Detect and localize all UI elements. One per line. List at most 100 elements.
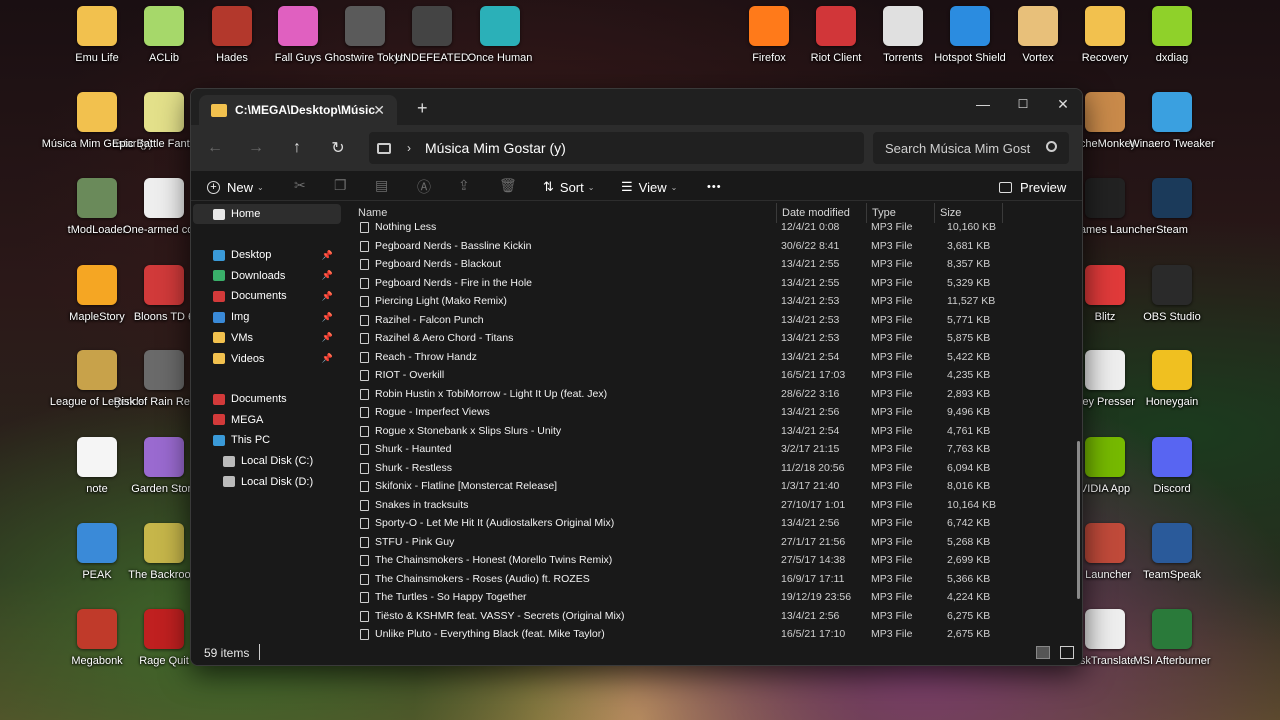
sort-button[interactable]: ⇅ Sort ⌄ xyxy=(543,176,594,198)
sidebar-item[interactable]: MEGA xyxy=(191,410,339,430)
forward-button[interactable]: → xyxy=(242,134,270,162)
details-view-icon[interactable] xyxy=(1036,646,1050,659)
file-row[interactable]: Robin Hustin x TobiMorrow - Light It Up … xyxy=(342,385,1082,404)
more-options-button[interactable]: ••• xyxy=(707,176,722,198)
file-row[interactable]: Tiësto & KSHMR feat. VASSY - Secrets (Or… xyxy=(342,607,1082,626)
desktop-icon[interactable]: Emu Life xyxy=(64,6,130,65)
search-box[interactable]: Search Música Mim Gost xyxy=(873,132,1069,164)
desktop-icon[interactable]: UNDEFEATED xyxy=(395,6,469,65)
desktop-icon[interactable]: Riot Client xyxy=(803,6,869,65)
desktop-icon[interactable]: TeamSpeak xyxy=(1139,523,1205,582)
paste-icon[interactable]: ▤ xyxy=(375,177,388,194)
desktop-icon[interactable]: MSI Afterburner xyxy=(1133,609,1211,668)
desktop-icon[interactable]: Rage Quit xyxy=(131,609,197,668)
file-row[interactable]: Snakes in tracksuits 27/10/17 1:01 MP3 Fil… xyxy=(342,496,1082,515)
tiles-view-icon[interactable] xyxy=(1060,646,1074,659)
maximize-button[interactable]: ☐ xyxy=(1003,89,1043,119)
file-row[interactable]: Pegboard Nerds - Blackout 13/4/21 2:55 MP3… xyxy=(342,255,1082,274)
sidebar-item-label: Img xyxy=(231,311,250,324)
file-row[interactable]: Rogue x Stonebank x Slips Slurs - Unity 1… xyxy=(342,422,1082,441)
desktop-icon[interactable]: Vortex xyxy=(1005,6,1071,65)
desktop-icon[interactable]: The Backroo... xyxy=(128,523,200,582)
file-row[interactable]: Pegboard Nerds - Fire in the Hole 13/4/21… xyxy=(342,274,1082,293)
chevron-right-icon[interactable]: › xyxy=(407,141,411,155)
desktop-icon[interactable]: ACLib xyxy=(131,6,197,65)
copy-icon[interactable]: ❐ xyxy=(334,177,347,194)
desktop-icon[interactable]: Ghostwire Tokyo xyxy=(324,6,406,65)
vertical-scrollbar[interactable] xyxy=(1077,441,1080,599)
desktop-icon[interactable]: Risk of Rain Returns xyxy=(114,350,214,409)
up-button[interactable]: ↑ xyxy=(283,134,311,162)
file-row[interactable]: Skifonix - Flatline [Monstercat Release]… xyxy=(342,477,1082,496)
desktop-icon[interactable]: OBS Studio xyxy=(1139,265,1205,324)
sidebar-item[interactable]: Downloads 📌 xyxy=(191,266,339,286)
sidebar-item[interactable]: Img 📌 xyxy=(191,307,339,327)
cut-icon[interactable]: ✂ xyxy=(294,177,306,194)
share-icon[interactable]: ⇪ xyxy=(458,177,470,194)
desktop-icon[interactable]: dxdiag xyxy=(1139,6,1205,65)
file-row[interactable]: Nothing Less 12/4/21 0:08 MP3 File 10,160 K… xyxy=(342,218,1082,237)
preview-button[interactable]: Preview xyxy=(999,176,1066,198)
file-row[interactable]: Sporty-O - Let Me Hit It (Audiostalkers … xyxy=(342,514,1082,533)
search-input[interactable]: Search Música Mim Gost xyxy=(885,141,1035,156)
file-name: The Chainsmokers - Honest (Morello Twins… xyxy=(375,554,613,566)
desktop-icon[interactable]: Once Human xyxy=(467,6,533,65)
sidebar-item[interactable]: Desktop 📌 xyxy=(191,245,339,265)
file-row[interactable]: Razihel - Falcon Punch 13/4/21 2:53 MP3 Fi… xyxy=(342,311,1082,330)
desktop-icon[interactable]: tModLoader xyxy=(64,178,130,237)
file-row[interactable]: Reach - Throw Handz 13/4/21 2:54 MP3 File 5… xyxy=(342,348,1082,367)
sidebar-item[interactable]: Local Disk (D:) xyxy=(191,472,339,492)
desktop-icon[interactable]: Recovery xyxy=(1072,6,1138,65)
sidebar-item[interactable]: This PC xyxy=(191,430,339,450)
file-row[interactable]: Shurk - Restless 11/2/18 20:56 MP3 File 6,0… xyxy=(342,459,1082,478)
sidebar-item-home[interactable]: Home xyxy=(193,204,341,224)
desktop-icon[interactable]: PEAK xyxy=(64,523,130,582)
file-row[interactable]: The Chainsmokers - Honest (Morello Twins… xyxy=(342,551,1082,570)
desktop-icon[interactable]: Firefox xyxy=(736,6,802,65)
desktop-icon[interactable]: Epic Battle Fantasy 5 xyxy=(112,92,216,151)
desktop-icon[interactable]: Steam xyxy=(1139,178,1205,237)
back-button[interactable]: ← xyxy=(201,134,229,162)
desktop-icon[interactable]: Torrents xyxy=(870,6,936,65)
desktop-icon[interactable]: MapleStory xyxy=(64,265,130,324)
desktop-icon[interactable]: Hotspot Shield xyxy=(934,6,1006,65)
new-tab-button[interactable]: + xyxy=(417,98,428,119)
file-row[interactable]: Razihel & Aero Chord - Titans 13/4/21 2:5… xyxy=(342,329,1082,348)
desktop-icon[interactable]: note xyxy=(64,437,130,496)
file-row[interactable]: Shurk - Haunted 3/2/17 21:15 MP3 File 7,763… xyxy=(342,440,1082,459)
refresh-button[interactable]: ↻ xyxy=(324,134,352,162)
file-row[interactable]: The Turtles - So Happy Together 19/12/19 … xyxy=(342,588,1082,607)
file-row[interactable]: Pegboard Nerds - Bassline Kickin 30/6/22 … xyxy=(342,237,1082,256)
audio-file-icon xyxy=(360,314,369,326)
file-row[interactable]: STFU - Pink Guy 27/1/17 21:56 MP3 File 5,26… xyxy=(342,533,1082,552)
new-button[interactable]: + New ⌄ xyxy=(207,176,264,198)
file-row[interactable]: Rogue - Imperfect Views 13/4/21 2:56 MP3 F… xyxy=(342,403,1082,422)
desktop-icon[interactable]: One-armed cook xyxy=(123,178,205,237)
delete-icon[interactable]: 🗑 xyxy=(499,177,517,194)
sidebar-item[interactable]: Local Disk (C:) xyxy=(191,451,339,471)
ghostwire-icon xyxy=(345,6,385,46)
close-tab-icon[interactable]: ✕ xyxy=(373,102,385,119)
desktop-icon[interactable]: Winaero Tweaker xyxy=(1129,92,1215,151)
desktop-icon[interactable]: Fall Guys xyxy=(265,6,331,65)
sidebar-item[interactable]: Documents xyxy=(191,389,339,409)
sidebar-item[interactable]: Videos 📌 xyxy=(191,349,339,369)
desktop-icon[interactable]: Megabonk xyxy=(64,609,130,668)
file-row[interactable]: RIOT - Overkill 16/5/21 17:03 MP3 File 4,23… xyxy=(342,366,1082,385)
desktop-icon[interactable]: Honeygain xyxy=(1139,350,1205,409)
discord-icon xyxy=(1152,437,1192,477)
desktop-icon[interactable]: Bloons TD 6 xyxy=(131,265,197,324)
close-window-button[interactable]: ✕ xyxy=(1043,89,1082,119)
sidebar-item[interactable]: VMs 📌 xyxy=(191,328,339,348)
tab-current-folder[interactable]: C:\MEGA\Desktop\Músic ✕ xyxy=(199,95,397,125)
minimize-button[interactable]: — xyxy=(963,89,1003,119)
file-row[interactable]: The Chainsmokers - Roses (Audio) ft. ROZ… xyxy=(342,570,1082,589)
desktop-icon[interactable]: Hades xyxy=(199,6,265,65)
view-button[interactable]: ☰ View ⌄ xyxy=(621,176,677,198)
address-bar[interactable]: › Música Mim Gostar (y) xyxy=(369,132,864,164)
desktop-icon[interactable]: Garden Story xyxy=(131,437,197,496)
desktop-icon[interactable]: Discord xyxy=(1139,437,1205,496)
rename-icon[interactable]: Ⓐ xyxy=(417,177,431,197)
sidebar-item[interactable]: Documents 📌 xyxy=(191,286,339,306)
file-row[interactable]: Piercing Light (Mako Remix) 13/4/21 2:53 M… xyxy=(342,292,1082,311)
